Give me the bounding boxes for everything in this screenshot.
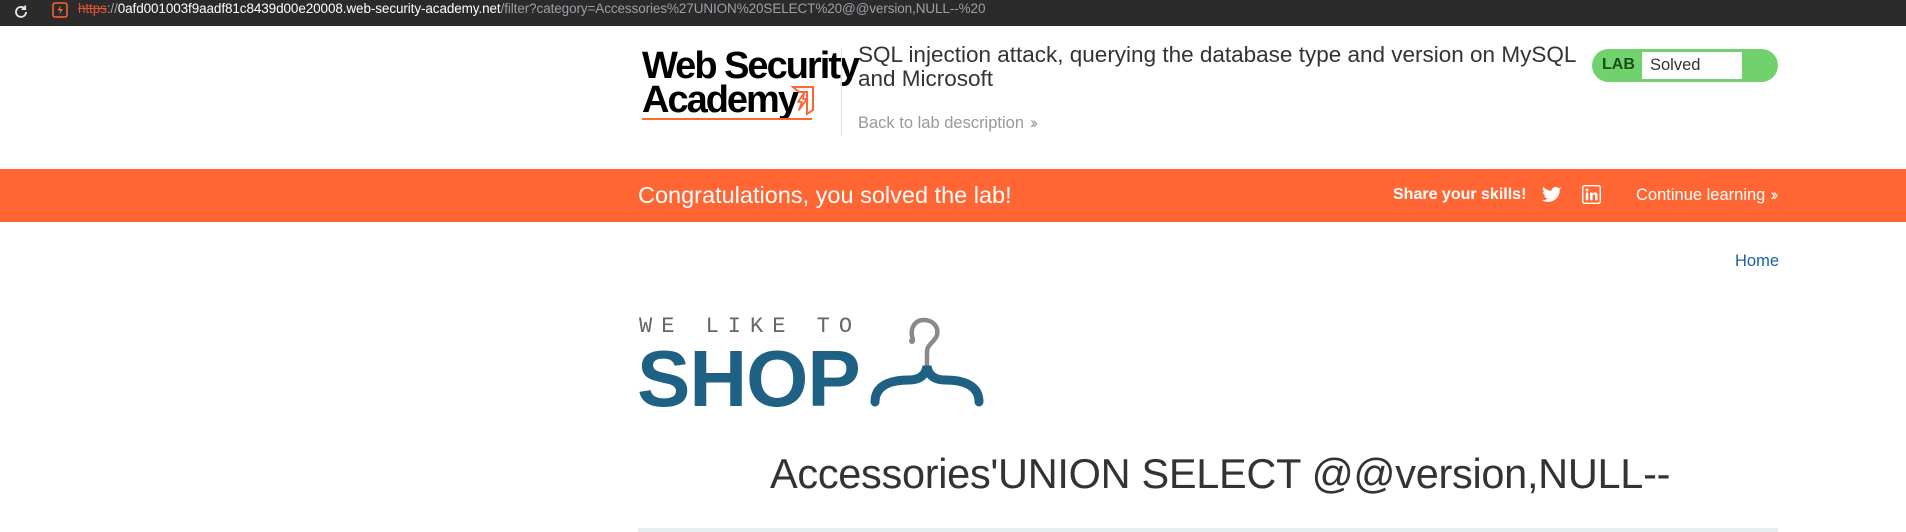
url-path: /filter?category=Accessories%27UNION%20S… [500,1,986,16]
url-scheme: https [78,1,107,16]
twitter-icon[interactable] [1542,186,1562,204]
header-divider [841,48,842,136]
lab-title: SQL injection attack, querying the datab… [858,42,1576,91]
logo-text-line2: Academy [642,79,799,121]
double-chevron-right-icon: ›› [1030,114,1038,132]
back-to-lab-description-link[interactable]: Back to lab description ›› [858,114,1038,133]
lab-label: LAB [1602,56,1635,73]
browser-address-bar: https://0afd001003f9aadf81c8439d00e20008… [0,0,1906,26]
clothes-hanger-icon [870,317,984,407]
site-favicon-icon [52,2,68,18]
shop-logo-word: SHOP [637,334,861,423]
url-field[interactable]: https://0afd001003f9aadf81c8439d00e20008… [78,0,985,18]
lab-status-box: Solved [1642,52,1742,79]
home-link[interactable]: Home [1735,252,1779,271]
double-chevron-right-icon: ›› [1770,186,1778,204]
url-separator: :// [106,1,118,16]
url-host: 0afd001003f9aadf81c8439d00e20008.web-sec… [117,1,501,16]
share-skills-label: Share your skills! [1393,186,1527,203]
congratulations-message: Congratulations, you solved the lab! [638,182,1012,208]
logo-underline [642,118,812,120]
continue-learning-link[interactable]: Continue learning ›› [1636,186,1778,205]
lab-status-text: Solved [1650,56,1701,74]
page-heading: Accessories'UNION SELECT @@version,NULL-… [770,450,1671,497]
back-link-label: Back to lab description [858,114,1025,132]
we-like-to-shop-logo: WE LIKE TO SHOP [637,310,997,423]
lightning-bolt-icon [790,86,814,116]
lab-status-widget: LAB Solved [1592,49,1778,82]
reload-icon[interactable] [13,4,29,20]
continue-learning-label: Continue learning [1636,186,1766,204]
solved-notification-banner: Congratulations, you solved the lab! Sha… [0,169,1906,222]
linkedin-icon[interactable] [1582,185,1601,204]
product-area-strip [638,528,1778,532]
